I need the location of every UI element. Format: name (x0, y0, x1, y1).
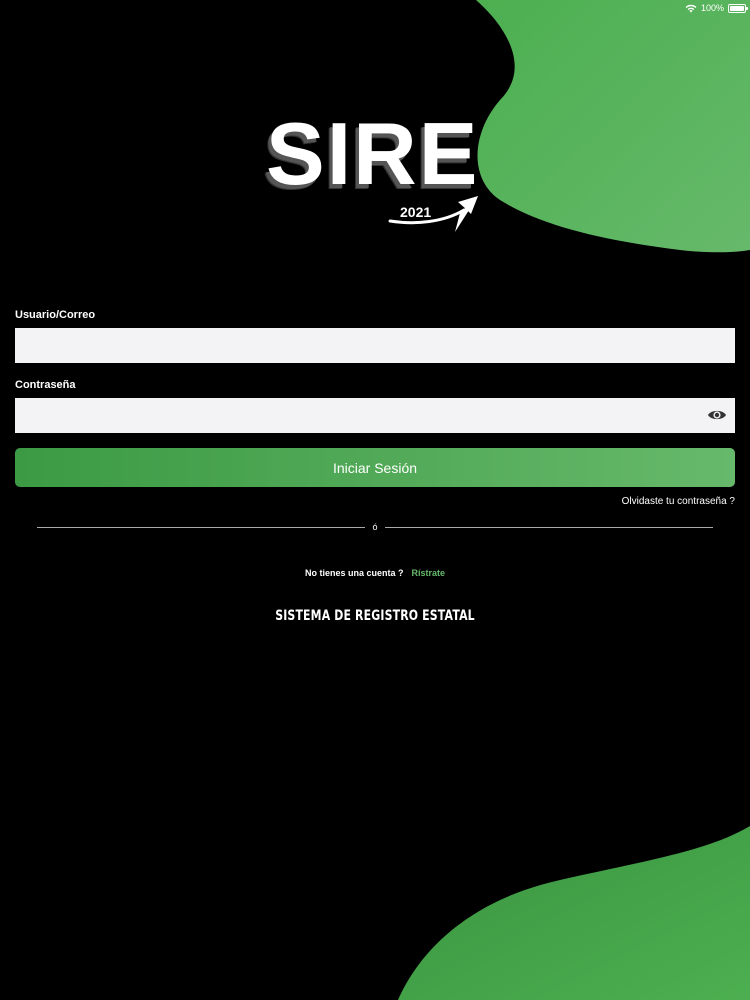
footer-title: SISTEMA DE REGISTRO ESTATAL (275, 608, 475, 624)
login-button[interactable]: Iniciar Sesión (15, 448, 735, 487)
status-bar: 100% (685, 2, 748, 14)
signup-row: No tienes una cuenta ? Rístrate (0, 568, 750, 578)
password-label: Contraseña (15, 379, 76, 391)
wifi-icon (685, 4, 697, 12)
register-link[interactable]: Rístrate (412, 568, 446, 578)
forgot-password-link[interactable]: Olvidaste tu contraseña ? (622, 496, 735, 507)
divider-line-left (37, 527, 365, 528)
username-input[interactable] (15, 328, 735, 363)
battery-icon (728, 3, 748, 13)
logo-year: 2021 (400, 204, 432, 220)
bottom-right-blob (398, 826, 750, 1000)
password-input[interactable] (15, 398, 735, 433)
logo-title: SIRE (266, 104, 480, 203)
login-screen: 100% SIRE 2021 Usuario/Correo Contraseña… (0, 0, 750, 1000)
divider-line-right (385, 527, 713, 528)
username-label: Usuario/Correo (15, 309, 96, 321)
eye-icon[interactable] (707, 407, 727, 423)
battery-percent: 100% (700, 3, 724, 13)
app-logo: SIRE 2021 (266, 108, 486, 238)
signup-prompt: No tienes una cuenta ? (304, 568, 404, 578)
top-right-blob (476, 0, 750, 253)
divider-text: ó (372, 522, 378, 532)
